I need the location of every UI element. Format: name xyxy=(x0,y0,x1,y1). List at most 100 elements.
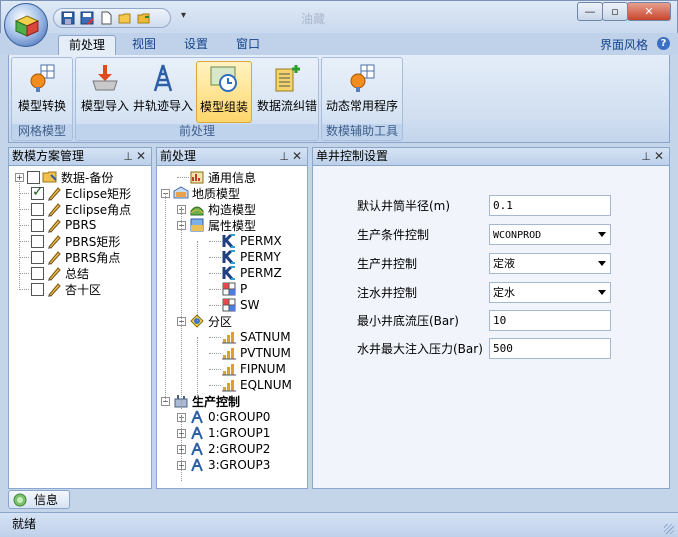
model-import-button[interactable]: 模型导入 xyxy=(78,61,132,123)
ui-style-menu[interactable]: 界面风格 xyxy=(600,36,648,53)
resize-grip[interactable] xyxy=(664,524,674,534)
tab-preprocess[interactable]: 前处理 xyxy=(58,35,117,55)
dynamic-program-icon xyxy=(345,61,379,95)
inj-row: 注水井控制 定水 xyxy=(357,281,611,303)
folder-icon[interactable] xyxy=(136,10,152,26)
pin-icon[interactable]: ⊥ xyxy=(123,148,133,165)
tree-item-label: 分区 xyxy=(208,314,233,329)
panel-header: 数模方案管理 ⊥ ✕ xyxy=(9,148,151,166)
tree-checkbox[interactable] xyxy=(27,170,40,184)
tree-item-label: 构造模型 xyxy=(208,202,257,217)
tree-item-label: 通用信息 xyxy=(208,170,257,185)
new-file-icon[interactable] xyxy=(98,10,114,26)
expand-toggle[interactable]: + xyxy=(15,172,24,182)
tree-item[interactable]: EQLNUM xyxy=(209,377,292,393)
tree-item[interactable]: PERMY xyxy=(209,249,281,265)
inj-label: 注水井控制 xyxy=(357,285,418,300)
tree-line xyxy=(165,193,166,401)
tree-item[interactable]: Eclipse角点 xyxy=(19,201,131,217)
tree-item[interactable]: − 生产控制 xyxy=(161,393,240,409)
tree-item[interactable]: + 构造模型 xyxy=(177,201,256,217)
dataflow-check-button[interactable]: 数据流纠错 xyxy=(256,61,318,123)
tree-item[interactable]: +2:GROUP2 xyxy=(177,441,270,457)
max-inj-input[interactable]: 500 xyxy=(489,337,611,359)
tree-item[interactable]: PERMX xyxy=(209,233,282,249)
group-preprocess: 模型导入 井轨迹导入 模型组装 数据流纠错 前处理 xyxy=(75,57,319,141)
dynamic-program-button[interactable]: 动态常用程序 xyxy=(324,61,400,123)
min-bhp-input[interactable]: 10 xyxy=(489,309,611,331)
customize-qat-button[interactable]: ▾ xyxy=(181,10,186,21)
tree-checkbox[interactable] xyxy=(31,250,44,264)
tree-item[interactable]: PBRS角点 xyxy=(19,249,120,265)
tree-item[interactable]: PBRS xyxy=(19,217,96,233)
tree-item-label: 3:GROUP3 xyxy=(208,458,271,472)
open-folder-icon[interactable] xyxy=(117,10,133,26)
minimize-button[interactable]: — xyxy=(577,2,603,21)
tree-item[interactable]: Eclipse矩形 xyxy=(19,184,131,201)
tree-checkbox[interactable] xyxy=(31,282,44,296)
well-form: 默认井筒半径(m) 0.1 生产条件控制 WCONPROD 生产井控制 定液 注… xyxy=(313,167,669,488)
pin-icon[interactable]: ⊥ xyxy=(641,148,651,165)
tree-item[interactable]: +3:GROUP3 xyxy=(177,457,270,473)
tree-item[interactable]: 通用信息 xyxy=(177,169,256,185)
tree-item-label: 1:GROUP1 xyxy=(208,426,271,440)
restore-button[interactable]: ▫ xyxy=(602,2,628,21)
help-icon[interactable]: ? xyxy=(657,37,670,50)
tree-item-label: PBRS矩形 xyxy=(65,234,121,249)
save-icon[interactable] xyxy=(60,10,76,26)
tab-view[interactable]: 视图 xyxy=(122,35,166,55)
pencil-icon xyxy=(46,281,62,297)
zone-keyword-icon xyxy=(221,345,237,361)
pin-icon[interactable]: ⊥ xyxy=(279,148,289,165)
tree-item[interactable]: − 分区 xyxy=(177,313,232,329)
close-panel-icon[interactable]: ✕ xyxy=(292,148,302,165)
tree-item-label: PERMY xyxy=(240,250,281,264)
tree-item[interactable]: 杏十区 xyxy=(19,281,101,297)
status-text: 就绪 xyxy=(12,517,37,531)
tree-item[interactable]: 总结 xyxy=(19,265,89,281)
tree-item[interactable]: − 属性模型 xyxy=(177,217,256,233)
tree-item[interactable]: SATNUM xyxy=(209,329,291,345)
close-button[interactable]: ✕ xyxy=(627,2,671,21)
tree-checkbox[interactable] xyxy=(31,266,44,280)
tab-settings[interactable]: 设置 xyxy=(174,35,218,55)
prod-select[interactable]: 定液 xyxy=(489,252,611,274)
info-tab[interactable]: 信息 xyxy=(8,490,70,509)
tree-item[interactable]: P xyxy=(209,281,247,297)
close-panel-icon[interactable]: ✕ xyxy=(654,148,664,165)
tree-item[interactable]: +0:GROUP0 xyxy=(177,409,270,425)
group-label: 网格模型 xyxy=(12,124,72,139)
save-as-icon[interactable] xyxy=(79,10,95,26)
well-group-icon xyxy=(189,409,205,425)
tree-item-label: PERMZ xyxy=(240,266,282,280)
well-trajectory-import-button[interactable]: 井轨迹导入 xyxy=(133,61,193,123)
model-convert-button[interactable]: 模型转换 xyxy=(16,61,68,123)
group-grid-model: 模型转换 网格模型 xyxy=(11,57,73,141)
tree-item[interactable]: − 地质模型 xyxy=(161,185,240,201)
radius-input[interactable]: 0.1 xyxy=(489,194,611,216)
tree-checkbox[interactable] xyxy=(31,202,44,216)
tree-line xyxy=(209,352,221,354)
tree-checkbox[interactable] xyxy=(31,234,44,248)
tree-item[interactable]: FIPNUM xyxy=(209,361,286,377)
tree-item[interactable]: PVTNUM xyxy=(209,345,291,361)
tree-item-label: PBRS角点 xyxy=(65,250,121,265)
tree-item[interactable]: PERMZ xyxy=(209,265,282,281)
model-assemble-button[interactable]: 模型组装 xyxy=(196,61,252,123)
application-menu-button[interactable] xyxy=(4,3,48,47)
tree-checkbox[interactable] xyxy=(31,218,44,232)
tree-item[interactable]: PBRS矩形 xyxy=(19,233,120,249)
group-label: 前处理 xyxy=(76,124,318,139)
panel-title: 单井控制设置 xyxy=(316,149,389,163)
tree-checkbox[interactable] xyxy=(31,184,44,200)
tab-window[interactable]: 窗口 xyxy=(226,35,270,55)
window-controls: — ▫ ✕ xyxy=(577,2,671,21)
close-panel-icon[interactable]: ✕ xyxy=(136,148,146,165)
inj-select[interactable]: 定水 xyxy=(489,281,611,303)
well-control-panel: 单井控制设置 ⊥ ✕ 默认井筒半径(m) 0.1 生产条件控制 WCONPROD… xyxy=(312,147,670,489)
tree-item-label: FIPNUM xyxy=(240,362,286,376)
cond-select[interactable]: WCONPROD xyxy=(489,223,611,245)
tree-item[interactable]: + 数据-备份 xyxy=(15,169,113,185)
tree-item[interactable]: +1:GROUP1 xyxy=(177,425,270,441)
tree-item[interactable]: SW xyxy=(209,297,259,313)
